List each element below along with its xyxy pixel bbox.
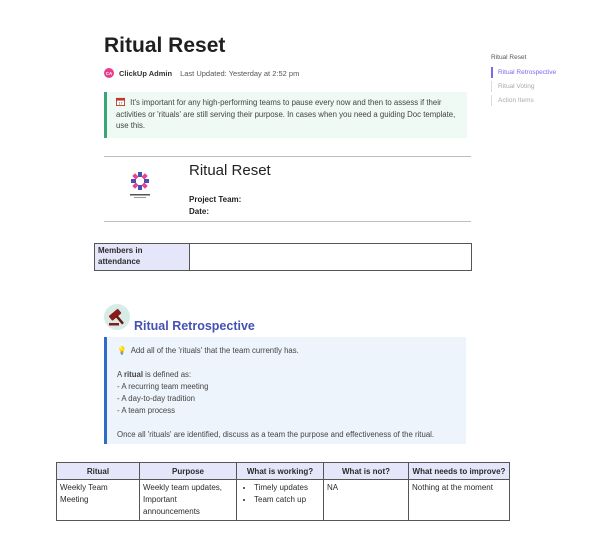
page-title: Ritual Reset <box>104 34 226 57</box>
block-title: Ritual Reset <box>189 162 271 179</box>
calendar-icon: 17 <box>116 97 130 107</box>
intro-callout-text: It's important for any high-performing t… <box>116 98 456 130</box>
table-of-contents: Ritual Reset Ritual Retrospective Ritual… <box>491 54 556 109</box>
lightbulb-icon: 💡 <box>117 346 127 355</box>
column-header: What is working? <box>236 462 324 480</box>
date-label: Date: <box>189 207 210 216</box>
retro-callout-line1: Add all of the 'rituals' that the team c… <box>130 346 299 355</box>
def-item: - A team process <box>117 406 176 415</box>
author-name[interactable]: ClickUp Admin <box>119 69 172 78</box>
cell-purpose[interactable]: Weekly team updates, Important announcem… <box>139 479 237 521</box>
list-item: Timely updates <box>254 482 320 494</box>
members-table: Members in attendance <box>94 243 472 271</box>
retro-callout-closing: Once all 'rituals' are identified, discu… <box>117 430 435 439</box>
cell-improve[interactable]: Nothing at the moment <box>408 479 510 521</box>
section-title-retrospective: Ritual Retrospective <box>134 319 255 333</box>
toc-title[interactable]: Ritual Reset <box>491 54 556 61</box>
column-header: What needs to improve? <box>408 462 510 480</box>
team-logo <box>124 170 156 202</box>
divider-top <box>104 156 471 157</box>
toc-item-ritual-retrospective[interactable]: Ritual Retrospective <box>491 67 556 78</box>
def-suffix: is defined as: <box>143 370 192 379</box>
last-updated: Last Updated: Yesterday at 2:52 pm <box>180 68 300 78</box>
column-header: What is not? <box>323 462 409 480</box>
divider-bottom <box>104 221 471 222</box>
table-header-row: Ritual Purpose What is working? What is … <box>56 462 510 480</box>
def-prefix: A <box>117 370 124 379</box>
cell-working[interactable]: Timely updates Team catch up <box>236 479 324 521</box>
avatar[interactable]: CA <box>104 68 114 78</box>
def-item: - A day-to-day tradition <box>117 394 196 403</box>
project-team-label: Project Team: <box>189 195 242 204</box>
def-bold: ritual <box>123 370 143 379</box>
members-value-cell[interactable] <box>189 243 472 271</box>
table-row[interactable]: Weekly Team Meeting Weekly team updates,… <box>56 479 510 521</box>
cell-not[interactable]: NA <box>323 479 409 521</box>
project-info: Project Team: Date: <box>189 194 241 218</box>
column-header: Ritual <box>56 462 140 480</box>
intro-callout[interactable]: 17 It's important for any high-performin… <box>104 92 467 138</box>
def-item: - A recurring team meeting <box>117 382 209 391</box>
doc-meta: CA ClickUp Admin Last Updated: Yesterday… <box>104 68 299 78</box>
gavel-icon <box>104 304 130 330</box>
members-label: Members in attendance <box>94 243 190 271</box>
column-header: Purpose <box>139 462 237 480</box>
retro-callout[interactable]: 💡 Add all of the 'rituals' that the team … <box>104 337 466 444</box>
toc-item-ritual-voting[interactable]: Ritual Voting <box>491 81 556 92</box>
ritual-table: Ritual Purpose What is working? What is … <box>56 462 510 521</box>
cell-ritual[interactable]: Weekly Team Meeting <box>56 479 140 521</box>
toc-item-action-items[interactable]: Action Items <box>491 95 556 106</box>
list-item: Team catch up <box>254 494 320 506</box>
svg-text:17: 17 <box>119 102 123 106</box>
